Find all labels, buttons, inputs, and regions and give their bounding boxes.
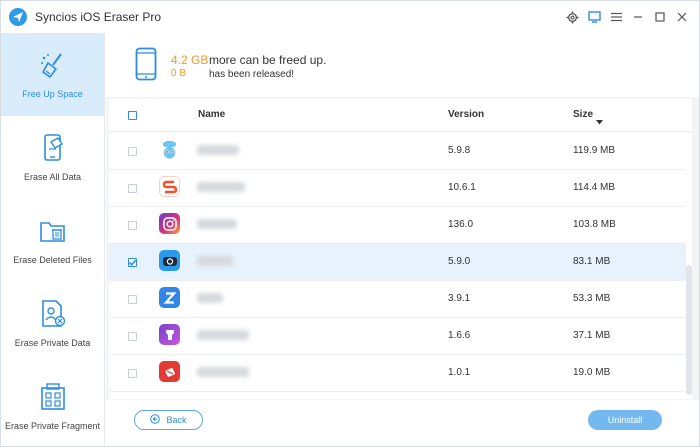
app-version: 10.6.1 xyxy=(448,182,476,193)
app-size: 103.8 MB xyxy=(573,219,616,230)
maximize-icon[interactable] xyxy=(651,7,669,27)
table-header: Name Version Size xyxy=(109,99,692,132)
row-checkbox[interactable] xyxy=(128,184,137,193)
uninstall-button[interactable]: Uninstall xyxy=(588,410,662,430)
back-button-label: Back xyxy=(166,415,187,425)
red-app-icon xyxy=(159,361,180,382)
sidebar-item-free-up-space[interactable]: Free Up Space xyxy=(1,33,104,116)
row-checkbox[interactable] xyxy=(128,332,137,341)
app-version: 5.9.0 xyxy=(448,256,471,267)
app-size: 53.3 MB xyxy=(573,293,611,304)
sogou-app-icon xyxy=(159,176,180,197)
private-file-icon xyxy=(37,298,69,330)
table-row[interactable]: 3.9.1 53.3 MB xyxy=(109,281,692,318)
abo-app-icon xyxy=(159,139,180,160)
z-app-icon xyxy=(159,287,180,308)
sidebar-item-erase-deleted-files[interactable]: Erase Deleted Files xyxy=(1,199,104,282)
freeable-size: 4.2 GB xyxy=(171,53,209,67)
sidebar-item-erase-private-data[interactable]: Erase Private Data xyxy=(1,282,104,365)
folder-trash-icon xyxy=(37,215,69,247)
app-size: 83.1 MB xyxy=(573,256,611,267)
sidebar-item-label: Free Up Space xyxy=(22,89,83,99)
scrollbar-track[interactable] xyxy=(686,132,692,399)
instagram-app-icon xyxy=(159,213,180,234)
back-button[interactable]: Back xyxy=(134,410,203,430)
freeable-text: more can be freed up. xyxy=(209,53,327,67)
menu-icon[interactable] xyxy=(607,7,625,27)
app-name-redacted xyxy=(197,219,237,229)
app-version: 1.6.6 xyxy=(448,330,471,341)
app-name-redacted xyxy=(197,145,239,155)
app-size: 37.1 MB xyxy=(573,330,611,341)
app-name-redacted xyxy=(197,182,245,192)
app-version: 1.0.1 xyxy=(448,367,471,378)
camera-app-icon xyxy=(159,250,180,271)
sort-desc-icon[interactable] xyxy=(596,112,603,130)
row-checkbox[interactable] xyxy=(128,221,137,230)
column-header-size[interactable]: Size xyxy=(573,109,593,120)
app-title: Syncios iOS Eraser Pro xyxy=(35,10,162,24)
column-header-name[interactable]: Name xyxy=(198,109,225,120)
space-summary: 4.2 GB more can be freed up. 0 B has bee… xyxy=(106,33,699,97)
fragment-icon xyxy=(37,381,69,413)
device-icon xyxy=(135,47,157,86)
table-row[interactable]: 5.9.8 119.9 MB xyxy=(109,133,692,170)
app-size: 119.9 MB xyxy=(573,145,616,156)
app-name-redacted xyxy=(197,293,223,303)
row-checkbox[interactable] xyxy=(128,147,137,156)
minimize-icon[interactable] xyxy=(629,7,647,27)
sidebar-item-erase-all-data[interactable]: Erase All Data xyxy=(1,116,104,199)
sidebar-item-label: Erase Private Fragment xyxy=(4,421,101,431)
table-row-selected[interactable]: 5.9.0 83.1 MB xyxy=(109,244,692,281)
app-version: 5.9.8 xyxy=(448,145,471,156)
table-row[interactable]: 136.0 103.8 MB xyxy=(109,207,692,244)
feedback-icon[interactable] xyxy=(585,7,603,27)
sidebar-item-label: Erase All Data xyxy=(23,172,82,182)
close-icon[interactable] xyxy=(673,7,691,27)
row-checkbox-checked[interactable] xyxy=(128,258,137,267)
app-version: 3.9.1 xyxy=(448,293,471,304)
purple-app-icon xyxy=(159,324,180,345)
app-window: Syncios iOS Eraser Pro Free Up Space Era… xyxy=(0,0,700,447)
row-checkbox[interactable] xyxy=(128,369,137,378)
table-row[interactable]: 1.6.6 37.1 MB xyxy=(109,318,692,355)
footer-bar: Back Uninstall xyxy=(106,400,699,446)
gear-icon[interactable] xyxy=(563,7,581,27)
sidebar-item-label: Erase Deleted Files xyxy=(13,255,92,265)
table-row[interactable]: 1.0.1 19.0 MB xyxy=(109,355,692,392)
back-arrow-icon xyxy=(150,414,161,426)
sidebar-item-label: Erase Private Data xyxy=(14,338,91,348)
table-row[interactable]: 10.6.1 114.4 MB xyxy=(109,170,692,207)
phone-erase-icon xyxy=(37,132,69,164)
app-version: 136.0 xyxy=(448,219,474,230)
app-name-redacted xyxy=(197,330,249,340)
app-table: Name Version Size 5.9.8 119.9 MB 10.6.1 … xyxy=(109,99,692,399)
window-controls xyxy=(563,7,691,27)
app-name-redacted xyxy=(197,367,249,377)
app-size: 114.4 MB xyxy=(573,182,616,193)
column-header-version[interactable]: Version xyxy=(448,109,484,120)
broom-icon xyxy=(37,49,69,81)
select-all-checkbox[interactable] xyxy=(128,111,137,120)
scrollbar-thumb[interactable] xyxy=(686,265,692,395)
table-body: 5.9.8 119.9 MB 10.6.1 114.4 MB 136.0 103… xyxy=(109,133,692,399)
title-bar: Syncios iOS Eraser Pro xyxy=(1,1,699,33)
main-panel: 4.2 GB more can be freed up. 0 B has bee… xyxy=(106,33,699,446)
app-size: 19.0 MB xyxy=(573,367,611,378)
sidebar: Free Up Space Erase All Data Erase Delet… xyxy=(1,33,105,446)
row-checkbox[interactable] xyxy=(128,295,137,304)
syncios-logo-icon xyxy=(9,8,27,26)
released-size: 0 B xyxy=(171,68,187,79)
sidebar-item-erase-private-fragment[interactable]: Erase Private Fragment xyxy=(1,365,104,447)
released-text: has been released! xyxy=(209,69,295,80)
app-name-redacted xyxy=(197,256,233,266)
